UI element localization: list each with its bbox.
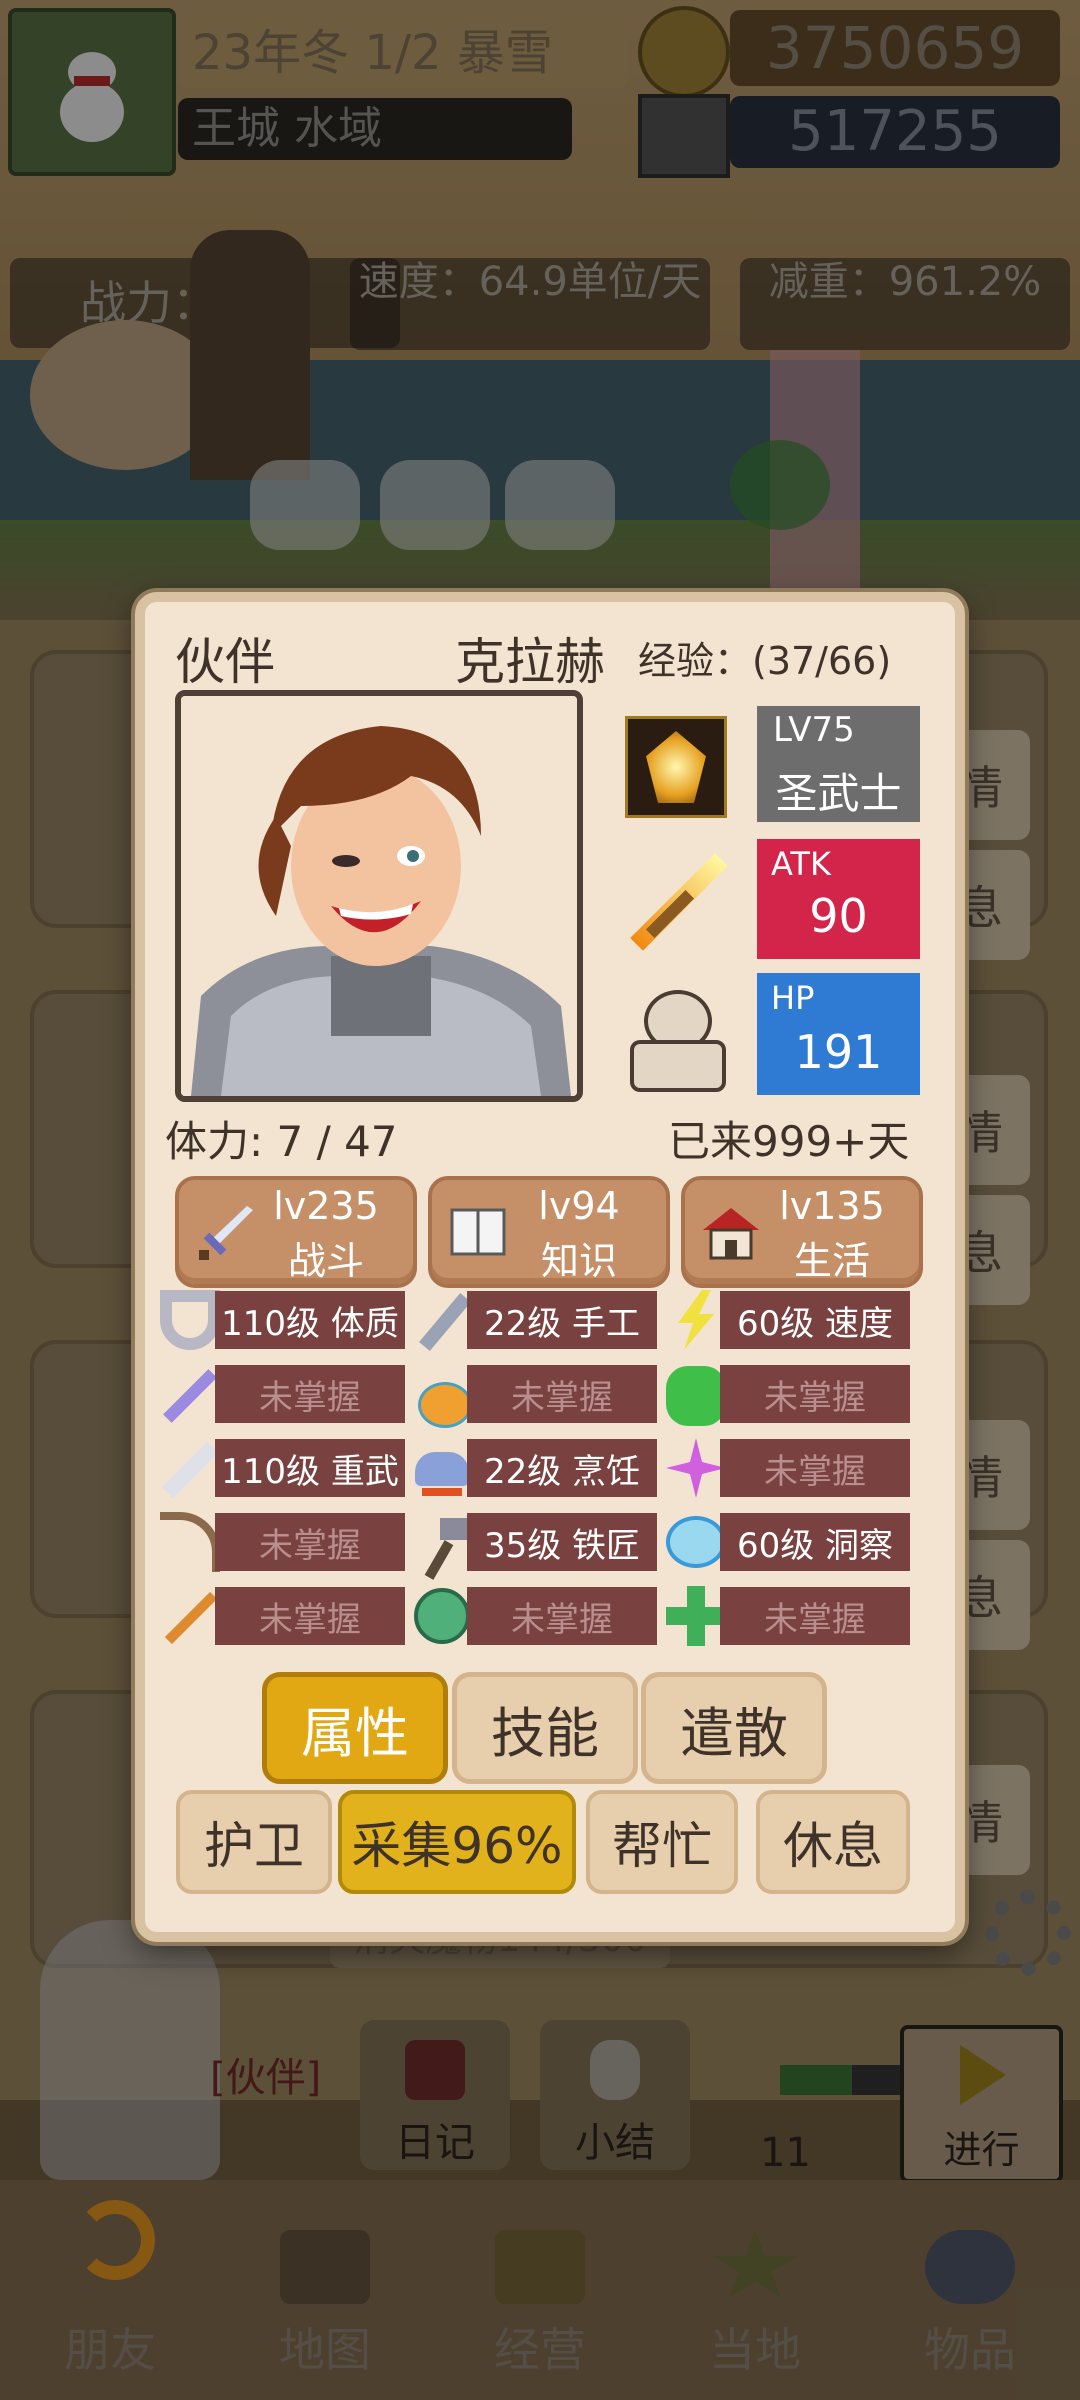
tab-attributes[interactable]: 属性	[262, 1672, 448, 1784]
hp-label: HP	[771, 979, 815, 1017]
potion-icon	[412, 1364, 472, 1428]
gather-button[interactable]: 采集96%	[338, 1790, 576, 1894]
hp-box: HP 191	[757, 973, 920, 1095]
skill-locked-7[interactable]: 未掌握	[467, 1587, 657, 1645]
skill-blacksmith[interactable]: 35级 铁匠	[467, 1513, 657, 1571]
hp-value: 191	[794, 1025, 883, 1079]
eye-icon	[666, 1516, 726, 1568]
days-joined-label: 已来999+天	[668, 1117, 910, 1166]
attack-value: 90	[809, 889, 868, 943]
skill-heavy-weapons[interactable]: 110级 重武	[215, 1439, 405, 1497]
dialog-title: 伙伴	[175, 633, 275, 691]
smith-hammer-icon	[412, 1512, 472, 1580]
chat-icon	[666, 1366, 726, 1426]
companion-portrait	[175, 690, 583, 1102]
orb-icon	[414, 1588, 470, 1644]
category-combat-level: lv235	[273, 1184, 379, 1228]
skill-constitution[interactable]: 110级 体质	[215, 1291, 405, 1349]
armor-icon	[160, 1290, 220, 1350]
flame-sword-icon	[620, 848, 730, 958]
category-knowledge[interactable]: lv94 知识	[428, 1176, 670, 1288]
skill-cooking[interactable]: 22级 烹饪	[467, 1439, 657, 1497]
companion-name: 克拉赫	[455, 633, 605, 691]
help-button[interactable]: 帮忙	[586, 1790, 738, 1894]
stamina-label: 体力: 7 / 47	[165, 1117, 398, 1166]
tab-skills[interactable]: 技能	[452, 1672, 638, 1784]
category-life-level: lv135	[779, 1184, 885, 1228]
skill-locked-1[interactable]: 未掌握	[215, 1365, 405, 1423]
skill-locked-8[interactable]: 未掌握	[720, 1587, 910, 1645]
guard-button[interactable]: 护卫	[176, 1790, 332, 1894]
skill-locked-4[interactable]: 未掌握	[720, 1439, 910, 1497]
sword-icon	[199, 1206, 253, 1260]
purple-sword-icon	[160, 1364, 220, 1424]
tab-dismiss[interactable]: 遣散	[641, 1672, 827, 1784]
cooking-pot-icon	[412, 1438, 472, 1498]
skill-speed[interactable]: 60级 速度	[720, 1291, 910, 1349]
skill-locked-6[interactable]: 未掌握	[215, 1587, 405, 1645]
skill-locked-2[interactable]: 未掌握	[467, 1365, 657, 1423]
skill-locked-5[interactable]: 未掌握	[215, 1513, 405, 1571]
hammer-icon	[412, 1290, 472, 1352]
house-icon	[703, 1208, 759, 1260]
class-label: 圣武士	[775, 769, 902, 818]
category-knowledge-name: 知识	[540, 1239, 617, 1283]
category-life[interactable]: lv135 生活	[681, 1176, 923, 1288]
skill-insight[interactable]: 60级 洞察	[720, 1513, 910, 1571]
category-knowledge-level: lv94	[538, 1184, 620, 1228]
skill-crafting[interactable]: 22级 手工	[467, 1291, 657, 1349]
knight-portrait-image	[181, 696, 577, 1096]
category-combat[interactable]: lv235 战斗	[175, 1176, 417, 1288]
class-emblem-icon	[625, 716, 727, 818]
level-label: LV75	[773, 710, 855, 750]
book-icon	[450, 1208, 506, 1256]
level-class-box: LV75 圣武士	[757, 706, 920, 822]
category-life-name: 生活	[793, 1239, 870, 1283]
experience-label: 经验：(37/66)	[638, 639, 892, 683]
rest-button[interactable]: 休息	[756, 1790, 910, 1894]
greatsword-icon	[160, 1438, 220, 1499]
skull-armor-icon	[622, 984, 726, 1092]
skill-locked-3[interactable]: 未掌握	[720, 1365, 910, 1423]
attack-label: ATK	[771, 845, 831, 883]
attack-box: ATK 90	[757, 839, 920, 959]
category-combat-name: 战斗	[287, 1239, 364, 1283]
staff-icon	[160, 1586, 220, 1646]
